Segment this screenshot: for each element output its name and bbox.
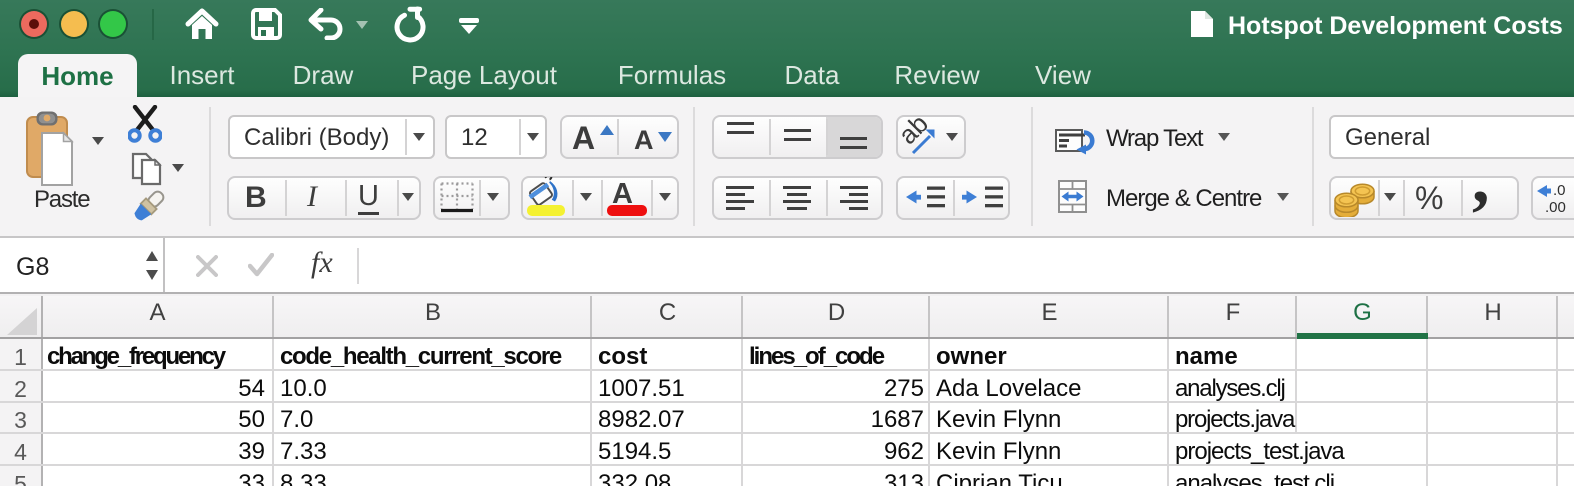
svg-text:.0: .0 xyxy=(1553,182,1566,199)
svg-text:.00: .00 xyxy=(1545,199,1566,215)
